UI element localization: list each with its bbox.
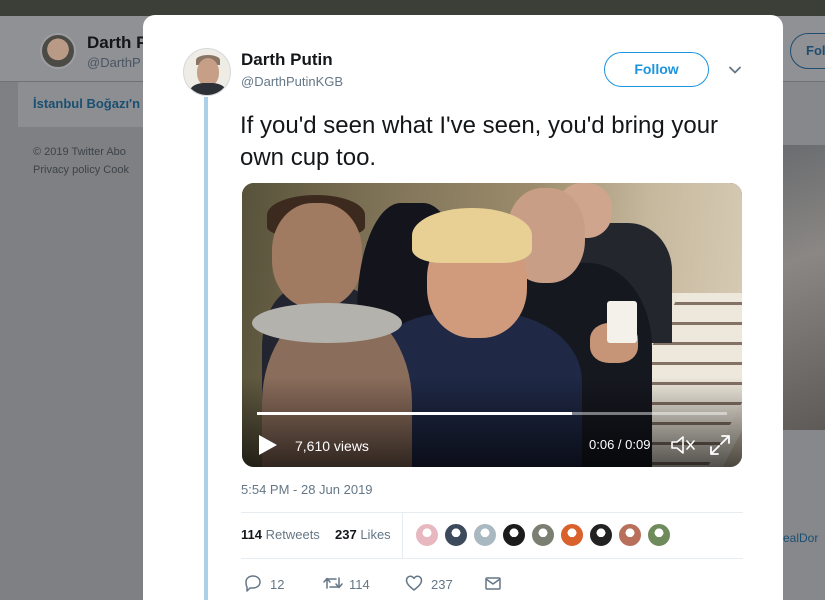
liker-avatar[interactable] bbox=[502, 523, 526, 547]
retweets-count: 114 bbox=[241, 527, 262, 542]
background-right-link: ealDor bbox=[783, 531, 819, 545]
video-progress-bar[interactable] bbox=[257, 412, 727, 415]
retweet-count: 114 bbox=[349, 577, 370, 592]
liker-avatar[interactable] bbox=[415, 523, 439, 547]
volume-muted-icon[interactable] bbox=[670, 434, 696, 456]
background-follow-button: Fol bbox=[790, 33, 825, 69]
background-right-image bbox=[783, 145, 825, 430]
background-banner-strip bbox=[0, 0, 825, 16]
stats-divider bbox=[402, 513, 403, 558]
background-footer-line1: © 2019 Twitter Abo bbox=[33, 146, 126, 158]
liker-avatar[interactable] bbox=[473, 523, 497, 547]
retweet-icon bbox=[323, 577, 343, 589]
envelope-icon bbox=[485, 577, 501, 590]
video-person-head bbox=[272, 203, 362, 308]
like-count: 237 bbox=[431, 577, 453, 592]
liker-avatar[interactable] bbox=[618, 523, 642, 547]
video-person-hair bbox=[252, 303, 402, 343]
background-profile-name: Darth P bbox=[87, 33, 148, 52]
follow-button[interactable]: Follow bbox=[604, 52, 709, 87]
tweet-timestamp[interactable]: 5:54 PM - 28 Jun 2019 bbox=[241, 482, 373, 497]
avatar-suit bbox=[190, 83, 226, 95]
retweets-label: Retweets bbox=[265, 527, 320, 542]
background-avatar bbox=[40, 33, 76, 69]
chevron-down-icon[interactable] bbox=[727, 62, 743, 78]
video-progress-fill bbox=[257, 412, 572, 415]
liker-avatar[interactable] bbox=[589, 523, 613, 547]
author-avatar[interactable] bbox=[183, 48, 231, 96]
video-time: 0:06 / 0:09 bbox=[589, 437, 651, 452]
video-player[interactable]: 7,610 views 0:06 / 0:09 bbox=[242, 183, 742, 467]
likes-count: 237 bbox=[335, 527, 357, 542]
author-handle[interactable]: @DarthPutinKGB bbox=[241, 74, 343, 89]
video-person-hair bbox=[412, 208, 532, 263]
tweet-text: If you'd seen what I've seen, you'd brin… bbox=[240, 112, 719, 171]
heart-icon bbox=[405, 575, 423, 591]
liker-avatar[interactable] bbox=[531, 523, 555, 547]
video-cup bbox=[607, 301, 637, 343]
avatar-face bbox=[197, 58, 219, 86]
thread-line bbox=[204, 97, 208, 600]
reply-icon bbox=[245, 575, 261, 592]
liker-avatar[interactable] bbox=[647, 523, 671, 547]
background-link: İstanbul Boğazı'n bbox=[33, 96, 141, 111]
retweets-stat[interactable]: 114 Retweets bbox=[241, 527, 320, 542]
likes-stat[interactable]: 237 Likes bbox=[335, 527, 391, 542]
background-profile-handle: @DarthP bbox=[87, 55, 141, 70]
reply-count: 12 bbox=[270, 577, 285, 592]
liker-avatar[interactable] bbox=[560, 523, 584, 547]
liker-avatar[interactable] bbox=[444, 523, 468, 547]
divider bbox=[241, 558, 743, 559]
likes-label: Likes bbox=[360, 527, 391, 542]
divider bbox=[241, 512, 743, 513]
video-view-count: 7,610 views bbox=[295, 438, 369, 454]
background-footer-line2: Privacy policy Cook bbox=[33, 164, 129, 176]
author-name[interactable]: Darth Putin bbox=[241, 50, 333, 70]
fullscreen-icon[interactable] bbox=[709, 434, 731, 456]
play-icon[interactable] bbox=[258, 434, 278, 456]
